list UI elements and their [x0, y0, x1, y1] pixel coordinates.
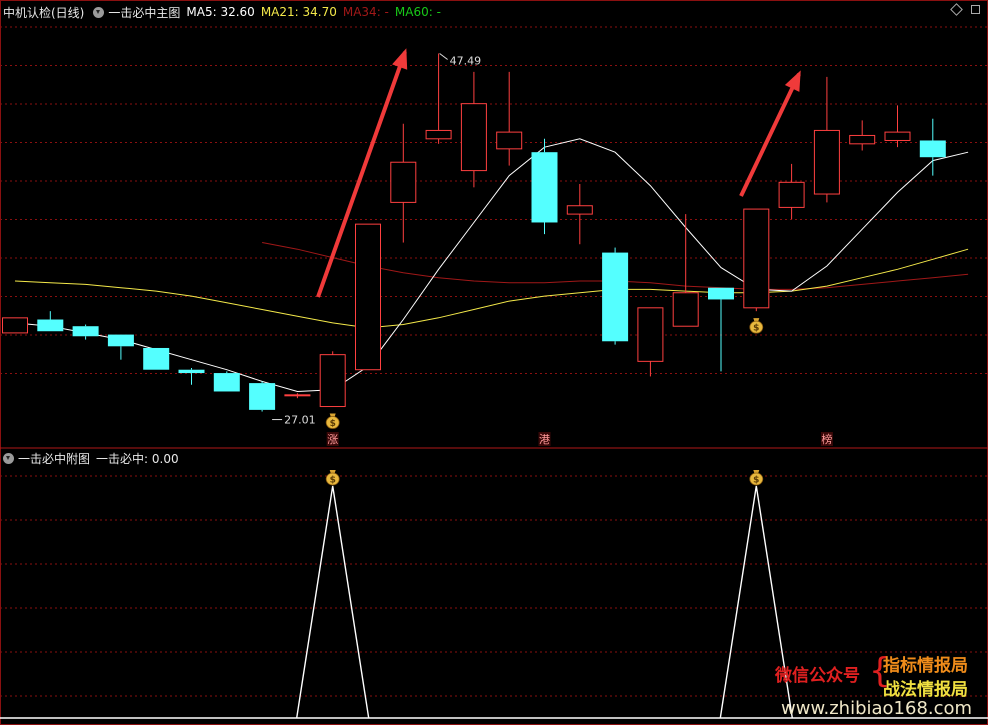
low-price-label: 27.01 [284, 414, 316, 427]
candlestick[interactable] [496, 71, 523, 166]
money-bag-icon: $ [325, 470, 340, 486]
candlestick[interactable] [2, 317, 28, 334]
svg-text:$: $ [330, 419, 336, 429]
candle-body [708, 287, 734, 300]
candlestick[interactable] [390, 123, 417, 243]
candlestick[interactable] [884, 105, 911, 148]
sub-chart-header: 一击必中附图 一击必中: 0.00 [0, 448, 185, 468]
candle-body [284, 394, 311, 397]
window-controls [950, 3, 980, 16]
candle-body [425, 129, 452, 140]
candle-body [743, 208, 770, 309]
candle-body [496, 131, 523, 150]
event-marker-char: 涨 [327, 433, 338, 446]
main-chart-header: 中机认检(日线) 一击必中主图 MA5: 32.60 MA21: 34.70 M… [0, 2, 447, 22]
ma34-label: MA34: - [342, 5, 389, 19]
candlestick[interactable] [849, 120, 876, 151]
candlestick[interactable] [919, 118, 946, 176]
candle-body [213, 373, 240, 392]
candle-body [813, 129, 840, 195]
candle-body [460, 103, 487, 172]
event-marker[interactable]: 涨 [326, 432, 339, 446]
candlestick[interactable] [72, 324, 99, 340]
watermark-name-top: 指标情报局 [883, 656, 968, 676]
candle-body [566, 205, 593, 215]
candle-body [390, 161, 417, 203]
candlestick[interactable] [37, 311, 64, 332]
sub-indicator-dropdown-icon[interactable] [3, 452, 14, 464]
event-marker-char: 榜 [821, 432, 832, 446]
event-marker[interactable]: 港 [538, 432, 551, 446]
svg-text:$: $ [753, 324, 759, 334]
candlestick[interactable] [778, 163, 805, 220]
watermark-name-bottom: 战法情报局 [883, 680, 968, 700]
high-price-label: 47.49 [450, 54, 482, 67]
money-bag-icon: $ [749, 470, 764, 486]
candlestick[interactable] [355, 223, 381, 371]
ma5-label: MA5: 32.60 [186, 5, 255, 19]
ma21-line [14, 248, 969, 329]
candlestick[interactable] [213, 371, 240, 392]
candle-body [884, 131, 911, 141]
candlestick[interactable] [425, 53, 452, 144]
candle-body [37, 319, 64, 332]
candlestick[interactable] [637, 307, 664, 377]
money-bag-icon: $ [325, 413, 340, 429]
candle-body [72, 326, 99, 337]
candle-body [602, 252, 629, 342]
watermark: 微信公众号 { 指标情报局 战法情报局 www.zhibiao168.com [775, 651, 985, 723]
high-pointer [439, 53, 448, 60]
settings-icon[interactable] [971, 5, 980, 14]
signal-peak-line [296, 485, 370, 719]
ma60-label: MA60: - [394, 5, 441, 19]
candle-body [178, 369, 205, 374]
candlestick[interactable] [107, 334, 134, 360]
candle-body [849, 134, 876, 145]
candle-body [531, 152, 558, 223]
candlestick[interactable] [672, 214, 699, 327]
indicator-dropdown-icon[interactable] [93, 6, 105, 18]
sub-indicator-value: 一击必中: 0.00 [96, 451, 179, 466]
kline-chart[interactable]: 47.49 27.01 $ $ 涨 港 榜 $ $ [0, 0, 988, 725]
watermark-wechat: 微信公众号 [775, 666, 860, 686]
candlestick[interactable] [249, 381, 276, 412]
watermark-url: www.zhibiao168.com [781, 698, 973, 719]
event-marker-char: 港 [539, 433, 550, 446]
candlestick[interactable] [602, 247, 629, 345]
candle-body [143, 347, 170, 370]
candle-body [107, 334, 134, 347]
candlestick[interactable] [319, 351, 346, 408]
svg-text:$: $ [753, 476, 759, 486]
candlestick[interactable] [178, 368, 205, 385]
stock-name[interactable]: 中机认检(日线) [3, 4, 84, 21]
candle-body [2, 317, 28, 334]
candle-body [637, 307, 664, 362]
candle-body [249, 383, 276, 410]
candlestick[interactable] [813, 76, 840, 203]
sub-indicator-name[interactable]: 一击必中附图 [18, 450, 90, 467]
candlestick[interactable] [708, 287, 734, 372]
candlestick[interactable] [531, 138, 558, 235]
candlestick[interactable] [566, 183, 593, 245]
svg-text:$: $ [330, 476, 336, 486]
candlestick[interactable] [143, 347, 170, 370]
event-marker[interactable]: 榜 [820, 432, 833, 446]
candlestick[interactable] [284, 393, 311, 399]
candle-body [919, 140, 946, 158]
candle-body [672, 292, 699, 327]
candle-body [319, 354, 346, 408]
ma21-label: MA21: 34.70 [260, 5, 337, 19]
indicator-name[interactable]: 一击必中主图 [108, 4, 180, 21]
expand-icon[interactable] [950, 3, 963, 16]
candlestick[interactable] [743, 208, 770, 312]
candlestick[interactable] [460, 71, 487, 188]
candle-body [355, 223, 381, 371]
candle-body [778, 181, 805, 208]
money-bag-icon: $ [749, 318, 764, 334]
